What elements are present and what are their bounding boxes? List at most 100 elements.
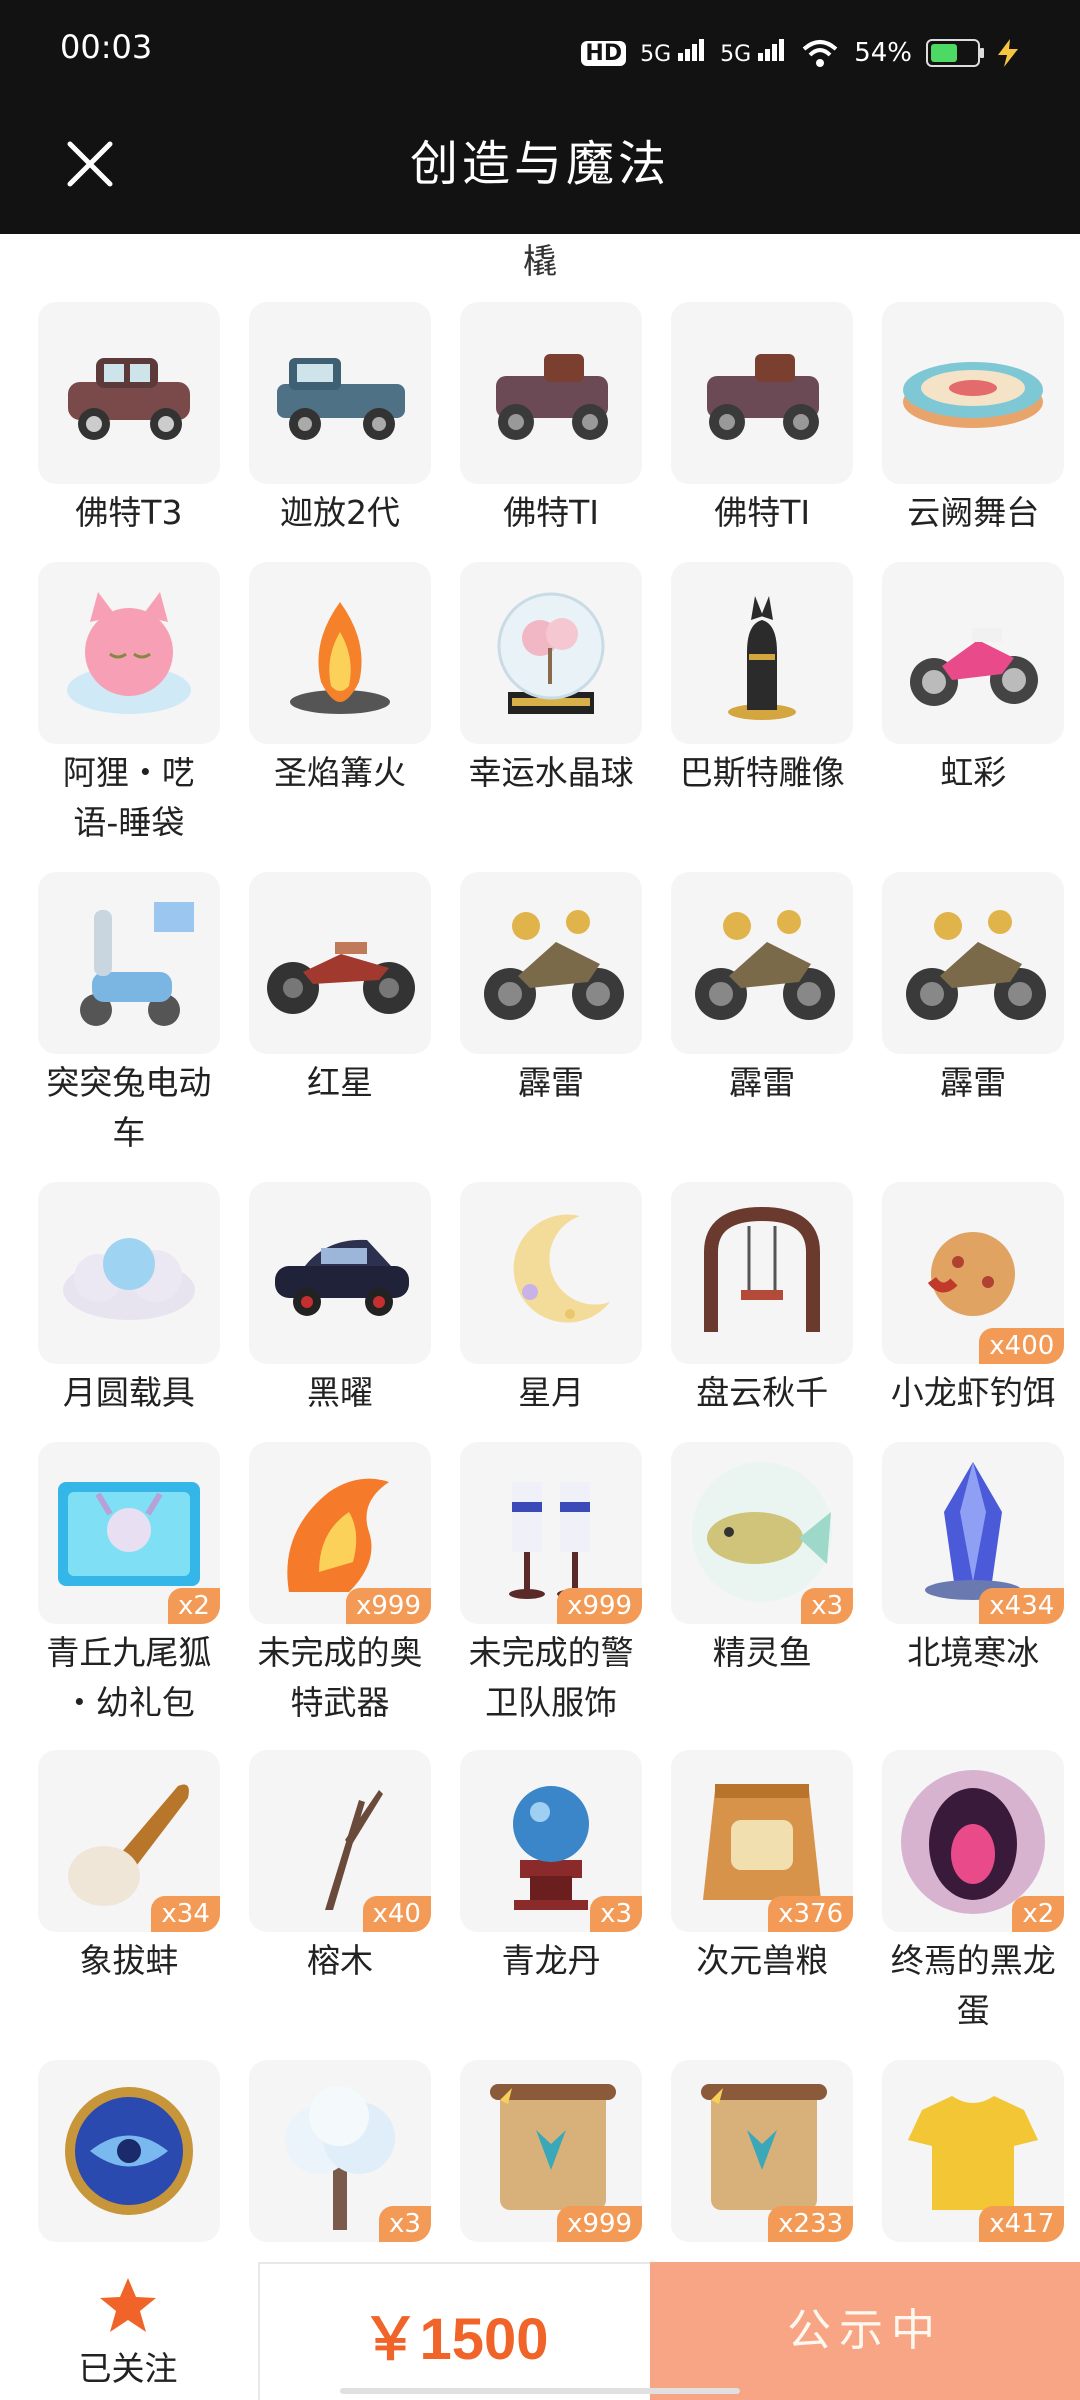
price-box: ￥1500: [258, 2262, 650, 2400]
item-count-badge: x3: [590, 1896, 643, 1932]
item-name: 星月: [518, 1373, 585, 1412]
item-count-badge: x417: [979, 2206, 1065, 2242]
item-count-badge: x999: [557, 2206, 643, 2242]
item-count-badge: x3: [379, 2206, 431, 2242]
item-thumbnail: [671, 562, 854, 744]
item-name-line: 语-睡袋: [73, 803, 185, 842]
item-name-line: 特武器: [290, 1683, 390, 1722]
wifi-icon: [802, 40, 838, 67]
item-thumbnail: x2: [882, 1750, 1065, 1932]
item-thumbnail: [460, 1182, 643, 1364]
item-thumbnail: x3: [671, 1442, 854, 1624]
item-name: 象拔蚌: [79, 1941, 179, 1980]
signal-bars-icon: [678, 39, 705, 61]
signal-label-1: 5G: [640, 42, 672, 67]
motorcycle-gold-icon: [695, 910, 836, 1020]
item-thumbnail: x417: [882, 2060, 1065, 2242]
item-name-line: 车: [112, 1113, 146, 1152]
item-list[interactable]: 橇 佛特T3 迦放2代 佛特TI 佛特TI 云阙舞台 阿狸・呓 语-睡袋 圣焰篝火 幸运水晶球巴…: [0, 234, 1080, 2262]
item-thumbnail: [37, 872, 220, 1054]
item-thumbnail: x40: [248, 1750, 431, 1932]
hd-icon: HD: [581, 40, 627, 66]
item-name-line: 阿狸・呓: [62, 753, 195, 792]
item-name-line: 卫队服饰: [485, 1683, 618, 1722]
bottom-bar: 已关注 ￥1500 公示中: [0, 2262, 1080, 2400]
old-car-icon: [496, 354, 609, 440]
item-count-badge: x40: [362, 1896, 431, 1932]
item-thumbnail: [37, 2060, 220, 2242]
motorcycle-icon: [910, 628, 1039, 706]
item-thumbnail: x34: [37, 1750, 220, 1932]
item-name-line: ・幼礼包: [62, 1683, 195, 1722]
item-thumbnail: [248, 302, 431, 484]
price: ￥1500: [361, 2307, 549, 2372]
item-name: 突突兔电动车: [24, 1058, 234, 1158]
item-thumbnail: x3: [460, 1750, 643, 1932]
page-title: 创造与魔法: [409, 136, 670, 192]
item-thumbnail: x2: [37, 1442, 220, 1624]
old-car-icon: [707, 354, 820, 440]
item-thumbnail: [882, 302, 1065, 484]
item-name: 云阙舞台: [907, 493, 1040, 532]
crystal-ball-icon: [497, 592, 605, 714]
item-name: 次元兽粮: [696, 1941, 829, 1980]
star-icon: [100, 2278, 156, 2332]
item-count-badge: x34: [151, 1896, 220, 1932]
vintage-car-icon: [67, 358, 190, 440]
item-name: 迦放2代: [279, 493, 400, 532]
item-count-badge: x3: [801, 1588, 854, 1624]
item-thumbnail: x376: [671, 1750, 854, 1932]
signal-icon-1: 5G: [640, 39, 706, 67]
item-name: 精灵鱼: [712, 1633, 812, 1672]
battery-icon: [926, 39, 984, 67]
item-thumbnail: [37, 302, 220, 484]
charging-icon: [998, 39, 1018, 67]
item-name-line: 青丘九尾狐: [46, 1633, 212, 1672]
status-time: 00:03: [60, 28, 153, 66]
status-bar: 00:03 HD 5G 5G 54%: [0, 0, 1080, 100]
crescent-moon-icon: [513, 1214, 611, 1323]
item-name: 佛特TI: [503, 493, 600, 532]
item-thumbnail: x999: [460, 2060, 643, 2242]
status-button[interactable]: 公示中: [650, 2262, 1080, 2400]
item-thumbnail: [37, 1182, 220, 1364]
item-thumbnail: [882, 562, 1065, 744]
item-count-badge: x233: [768, 2206, 854, 2242]
signal-bars-icon: [758, 39, 785, 61]
item-name: 青龙丹: [501, 1941, 601, 1980]
item-thumbnail: [37, 562, 220, 744]
item-name: 红星: [306, 1063, 373, 1102]
item-name: 未完成的警 卫队服饰: [446, 1628, 656, 1728]
home-indicator: [340, 2388, 740, 2394]
bonfire-icon: [289, 602, 390, 714]
item-name: 幸运水晶球: [468, 753, 634, 792]
item-name-line: 蛋: [956, 1991, 990, 2030]
item-count-badge: x999: [345, 1588, 431, 1624]
item-name: 霹雷: [729, 1063, 796, 1102]
item-name: 巴斯特雕像: [679, 753, 845, 792]
swing-icon: [704, 1206, 821, 1332]
item-name: 霹雷: [940, 1063, 1007, 1102]
item-thumbnail: x999: [460, 1442, 643, 1624]
item-count-badge: x376: [768, 1896, 854, 1932]
cut-off-label: 橇: [523, 242, 557, 282]
signal-icon-2: 5G: [720, 39, 786, 67]
item-name: 未完成的奥 特武器: [235, 1628, 445, 1728]
item-count-badge: x2: [1012, 1896, 1065, 1932]
item-thumbnail: [882, 872, 1065, 1054]
follow-button[interactable]: 已关注: [0, 2262, 256, 2400]
item-thumbnail: [248, 872, 431, 1054]
item-thumbnail: x999: [248, 1442, 431, 1624]
black-car-icon: [274, 1239, 409, 1316]
item-name: 北境寒冰: [907, 1633, 1040, 1672]
item-name-line: 未完成的警: [468, 1633, 634, 1672]
item-name: 盘云秋千: [696, 1373, 829, 1412]
item-name-line: 突突兔电动: [46, 1063, 212, 1102]
follow-label: 已关注: [78, 2349, 178, 2388]
item-name: 月圆载具: [62, 1373, 195, 1412]
item-thumbnail: [460, 872, 643, 1054]
pickup-truck-icon: [276, 358, 405, 440]
item-thumbnail: x400: [882, 1182, 1065, 1364]
item-thumbnail: [460, 562, 643, 744]
item-name: 佛特TI: [714, 493, 811, 532]
